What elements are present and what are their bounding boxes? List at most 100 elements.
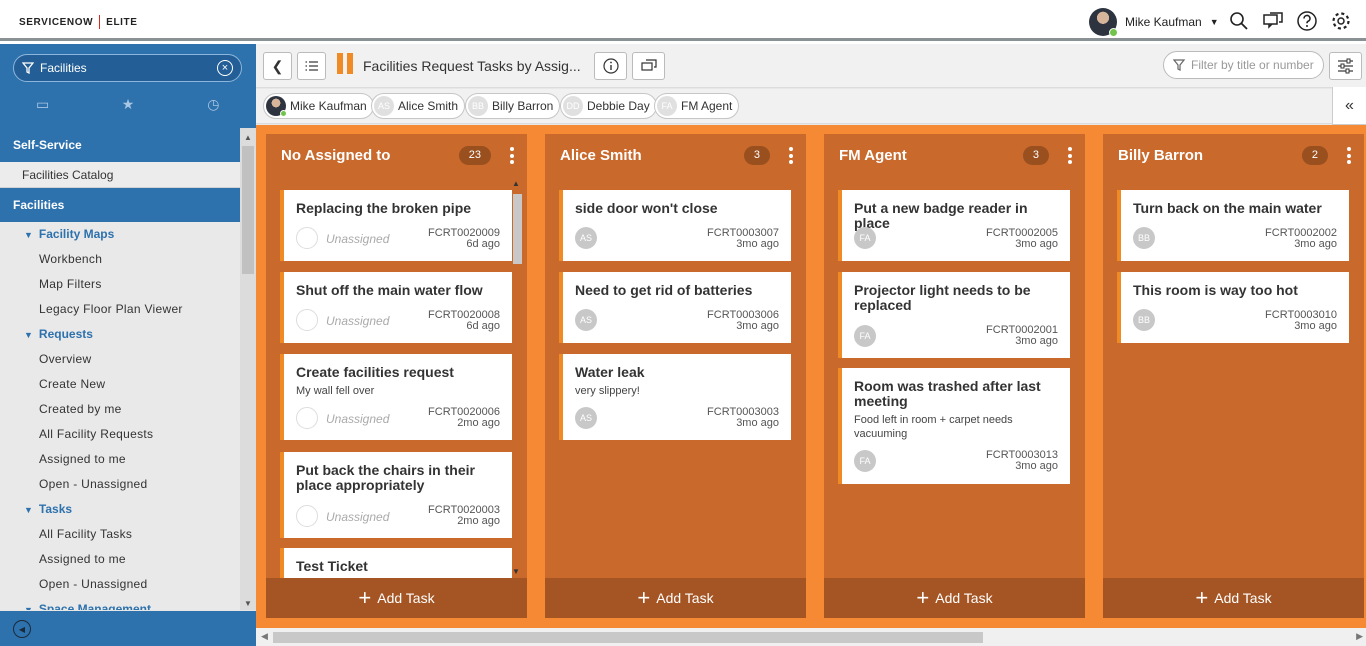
sidebar-item-overview[interactable]: Overview: [0, 347, 240, 372]
task-card[interactable]: Create facilities request My wall fell o…: [280, 354, 512, 440]
board-horizontal-scrollbar[interactable]: ◀ ▶: [256, 628, 1366, 646]
star-icon[interactable]: ★: [85, 96, 170, 113]
card-title: This room is way too hot: [1133, 282, 1298, 298]
sidebar-item-requests-assigned-to-me[interactable]: Assigned to me: [0, 447, 240, 472]
task-card[interactable]: Room was trashed after last meeting Food…: [838, 368, 1070, 484]
scroll-left-icon[interactable]: ◀: [261, 631, 268, 642]
lane-name: Alice Smith: [560, 147, 642, 164]
chat-icon[interactable]: [1262, 10, 1284, 32]
sidebar-group-facility-maps[interactable]: ▼ Facility Maps: [0, 222, 240, 247]
logo[interactable]: SERVICENOW ELITE: [19, 15, 138, 29]
sidebar-item-facilities-catalog[interactable]: Facilities Catalog: [0, 162, 240, 188]
board-chat-button[interactable]: [632, 52, 665, 80]
user-menu[interactable]: Mike Kaufman ▼: [1089, 8, 1219, 37]
member-name: FM Agent: [681, 99, 733, 113]
card-title: Put back the chairs in their place appro…: [296, 462, 475, 493]
add-task-button[interactable]: + Add Task: [1103, 578, 1364, 618]
triangle-down-icon: ▼: [24, 330, 33, 340]
task-card[interactable]: side door won't close AS FCRT0003007 3mo…: [559, 190, 791, 261]
board-filter-input[interactable]: Filter by title or number: [1163, 51, 1324, 79]
sidebar-group-tasks[interactable]: ▼ Tasks: [0, 497, 240, 522]
sliders-icon: [1338, 58, 1353, 74]
sidebar-item-map-filters[interactable]: Map Filters: [0, 272, 240, 297]
info-icon: [602, 58, 619, 74]
back-button[interactable]: ❮: [263, 52, 292, 80]
board-scroll-thumb[interactable]: [273, 632, 983, 643]
scroll-right-icon[interactable]: ▶: [1356, 631, 1363, 642]
help-icon[interactable]: [1296, 10, 1318, 32]
sidebar-section-facilities[interactable]: Facilities: [0, 188, 240, 222]
lane-scroll-thumb[interactable]: [513, 194, 522, 264]
more-vertical-icon[interactable]: [1347, 147, 1352, 167]
logo-divider: [99, 15, 101, 29]
sidebar-item-workbench[interactable]: Workbench: [0, 247, 240, 272]
sidebar-group-requests[interactable]: ▼ Requests: [0, 322, 240, 347]
card-avatar: FA: [854, 450, 876, 472]
scroll-up-icon[interactable]: ▲: [512, 179, 520, 188]
task-card[interactable]: Turn back on the main water BB FCRT00020…: [1117, 190, 1349, 261]
sidebar-item-requests-open-unassigned[interactable]: Open - Unassigned: [0, 472, 240, 497]
info-button[interactable]: [594, 52, 627, 80]
navigator-filter-input[interactable]: Facilities: [40, 61, 217, 75]
lane-settings-button[interactable]: [1329, 52, 1362, 80]
board-list-button[interactable]: [297, 52, 326, 80]
card-age: 3mo ago: [1015, 460, 1058, 472]
task-card[interactable]: Need to get rid of batteries AS FCRT0003…: [559, 272, 791, 343]
gear-icon[interactable]: [1330, 10, 1352, 32]
more-vertical-icon[interactable]: [1068, 147, 1073, 167]
add-task-button[interactable]: + Add Task: [545, 578, 806, 618]
add-task-button[interactable]: + Add Task: [824, 578, 1085, 618]
task-card[interactable]: Shut off the main water flow Unassigned …: [280, 272, 512, 343]
collapse-panel-button[interactable]: «: [1332, 87, 1366, 125]
sidebar-item-created-by-me[interactable]: Created by me: [0, 397, 240, 422]
lane-header: FM Agent 3: [824, 134, 1085, 176]
archive-icon[interactable]: ▭: [0, 96, 85, 113]
scroll-up-icon[interactable]: ▲: [244, 133, 252, 142]
member-avatar: [266, 96, 287, 117]
card-age: 2mo ago: [457, 417, 500, 429]
lane-scrollbar[interactable]: ▲ ▼: [510, 176, 524, 578]
sidebar-scrollbar[interactable]: ▲ ▼: [240, 128, 256, 610]
member-pill-alice-smith[interactable]: AS Alice Smith: [371, 93, 466, 119]
card-title: Test Ticket: [296, 558, 368, 574]
more-vertical-icon[interactable]: [510, 147, 515, 167]
scroll-down-icon[interactable]: ▼: [244, 599, 252, 608]
sidebar-item-tasks-open-unassigned[interactable]: Open - Unassigned: [0, 572, 240, 597]
task-card[interactable]: Water leak very slippery! AS FCRT0003003…: [559, 354, 791, 440]
task-card[interactable]: Replacing the broken pipe Unassigned FCR…: [280, 190, 512, 261]
clear-icon[interactable]: ×: [217, 60, 233, 76]
sidebar-item-tasks-assigned-to-me[interactable]: Assigned to me: [0, 547, 240, 572]
member-pill-mike-kaufman[interactable]: Mike Kaufman: [263, 93, 374, 119]
scroll-down-icon[interactable]: ▼: [512, 567, 520, 576]
task-card[interactable]: Put back the chairs in their place appro…: [280, 452, 512, 538]
search-icon[interactable]: [1228, 10, 1250, 32]
task-card[interactable]: Projector light needs to be replaced FA …: [838, 272, 1070, 358]
sidebar-section-self-service[interactable]: Self-Service: [0, 128, 240, 162]
sidebar-item-create-new[interactable]: Create New: [0, 372, 240, 397]
sidebar-item-legacy-floor-plan[interactable]: Legacy Floor Plan Viewer: [0, 297, 240, 322]
task-card[interactable]: Test Ticket: [280, 548, 512, 578]
member-pill-debbie-day[interactable]: DD Debbie Day: [560, 93, 657, 119]
sidebar-scroll-thumb[interactable]: [242, 146, 254, 274]
navigator-filter[interactable]: Facilities ×: [13, 54, 242, 82]
member-pill-billy-barron[interactable]: BB Billy Barron: [465, 93, 561, 119]
board-members-bar: Mike Kaufman AS Alice Smith BB Billy Bar…: [256, 89, 1366, 124]
history-icon[interactable]: ◷: [171, 96, 256, 113]
plus-icon: +: [358, 585, 372, 610]
lane-fm-agent: FM Agent 3 Put a new badge reader in pla…: [824, 134, 1085, 618]
sidebar-group-space-management[interactable]: ▼ Space Management: [0, 597, 240, 610]
more-vertical-icon[interactable]: [789, 147, 794, 167]
plus-icon: +: [1195, 585, 1209, 610]
sidebar-item-all-facility-requests[interactable]: All Facility Requests: [0, 422, 240, 447]
card-avatar: AS: [575, 407, 597, 429]
task-card[interactable]: This room is way too hot BB FCRT0003010 …: [1117, 272, 1349, 343]
collapse-navigator-icon[interactable]: ◀: [13, 620, 31, 638]
card-avatar: [296, 227, 318, 249]
task-card[interactable]: Put a new badge reader in place FA FCRT0…: [838, 190, 1070, 261]
sidebar-item-all-facility-tasks[interactable]: All Facility Tasks: [0, 522, 240, 547]
triangle-down-icon: ▼: [24, 230, 33, 240]
member-pill-fm-agent[interactable]: FA FM Agent: [654, 93, 740, 119]
add-task-button[interactable]: + Add Task: [266, 578, 527, 618]
card-age: 3mo ago: [736, 417, 779, 429]
lane-cards: Replacing the broken pipe Unassigned FCR…: [280, 190, 512, 578]
